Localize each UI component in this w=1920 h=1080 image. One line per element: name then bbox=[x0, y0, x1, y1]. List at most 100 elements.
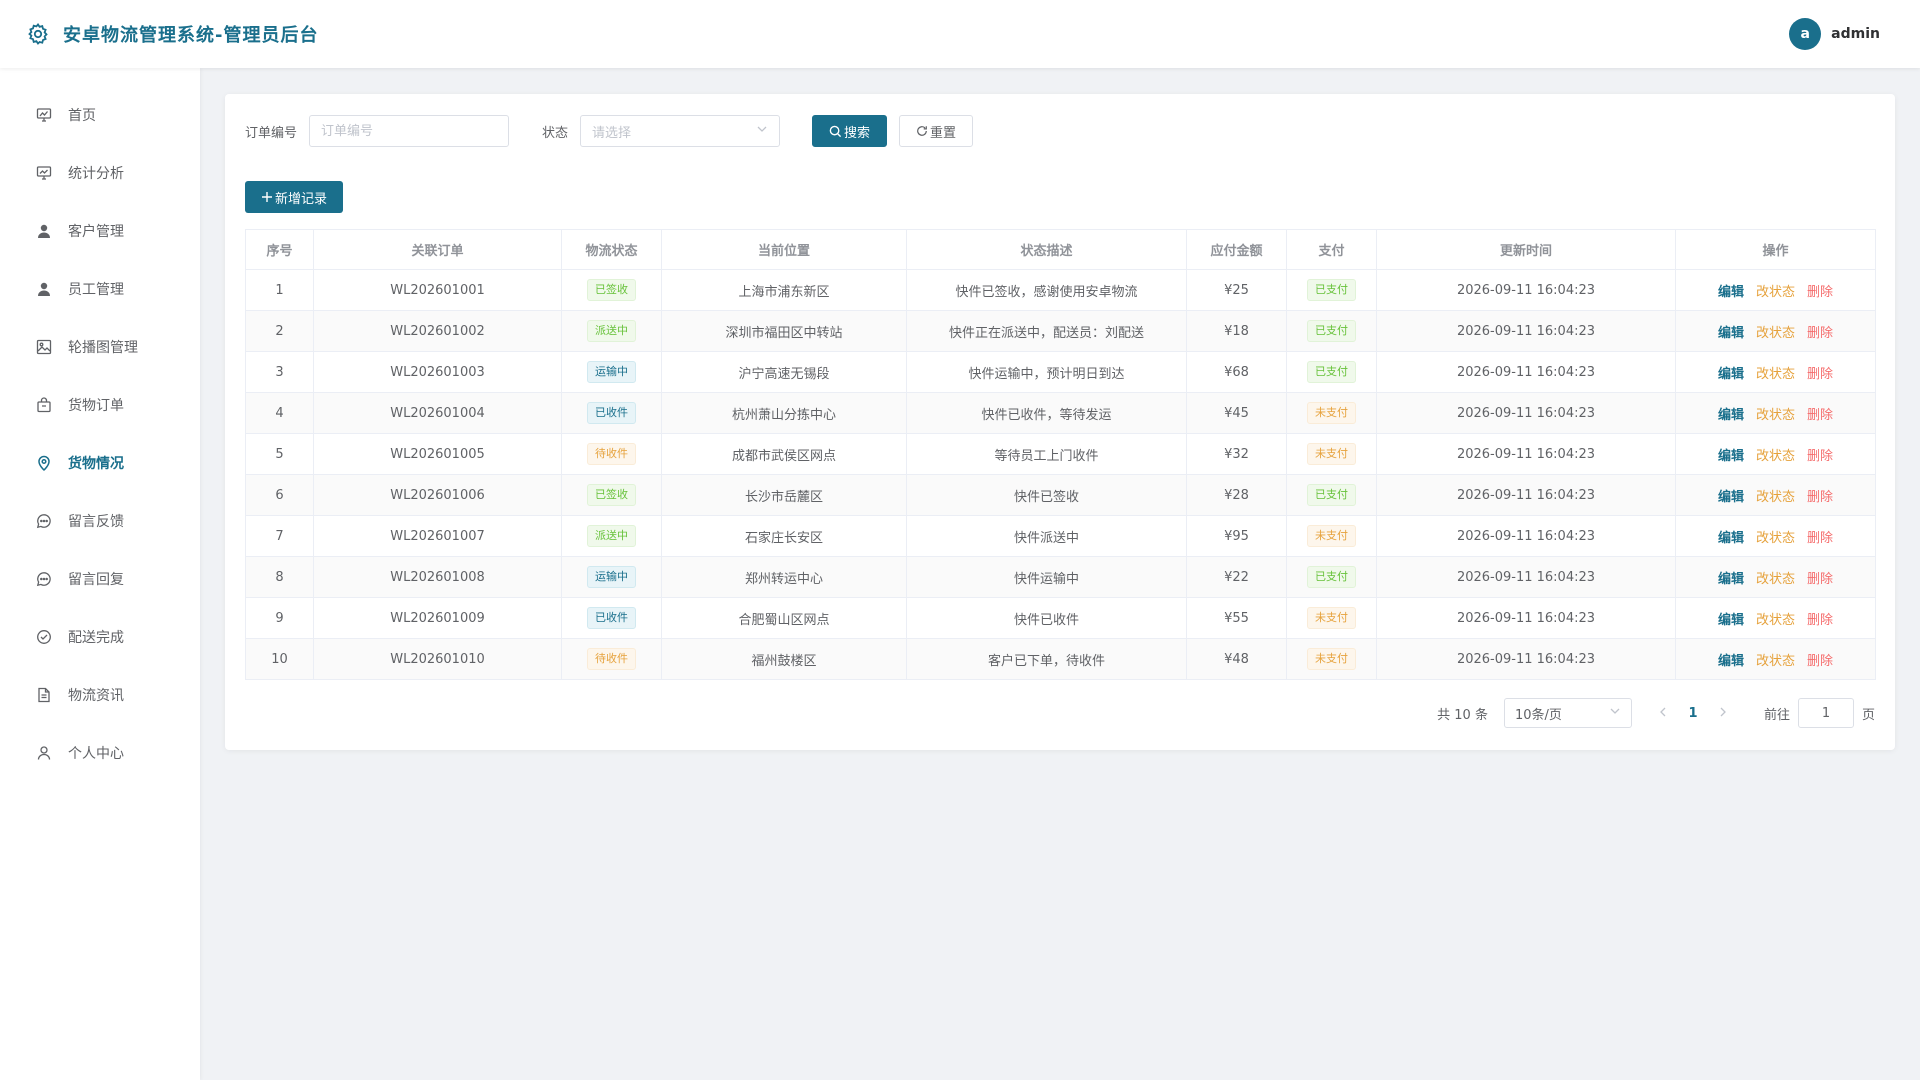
delete-button[interactable]: 删除 bbox=[1807, 367, 1833, 382]
logistics-table: 序号 关联订单 物流状态 当前位置 状态描述 应付金额 支付 更新时间 操作 1 WL202601… bbox=[245, 229, 1876, 680]
logistics-status-badge: 运输中 bbox=[587, 566, 636, 588]
edit-button[interactable]: 编辑 bbox=[1718, 408, 1744, 423]
payment-status-badge: 未支付 bbox=[1307, 607, 1356, 629]
column-header: 关联订单 bbox=[313, 229, 562, 270]
avatar[interactable]: a bbox=[1789, 18, 1822, 50]
edit-button[interactable]: 编辑 bbox=[1718, 367, 1744, 382]
status-select[interactable]: 请选择 bbox=[580, 115, 781, 147]
goto-page-input[interactable] bbox=[1797, 698, 1854, 728]
order-number: WL202601009 bbox=[313, 597, 562, 639]
chevron-down-icon bbox=[756, 123, 768, 139]
amount-due: ¥45 bbox=[1186, 392, 1287, 434]
status-description: 快件已收件，等待发运 bbox=[906, 392, 1187, 434]
logistics-status-cell: 已签收 bbox=[561, 269, 662, 311]
change-status-button[interactable]: 改状态 bbox=[1756, 285, 1795, 300]
payment-status-badge: 未支付 bbox=[1307, 648, 1356, 670]
order-number: WL202601006 bbox=[313, 474, 562, 516]
change-status-button[interactable]: 改状态 bbox=[1756, 408, 1795, 423]
status-description: 快件已收件 bbox=[906, 597, 1187, 639]
column-header: 序号 bbox=[245, 229, 314, 270]
delete-button[interactable]: 删除 bbox=[1807, 531, 1833, 546]
user-menu[interactable]: a admin bbox=[1789, 18, 1880, 50]
logistics-status-cell: 运输中 bbox=[561, 556, 662, 598]
add-record-label: 新增记录 bbox=[275, 191, 328, 207]
edit-button[interactable]: 编辑 bbox=[1718, 572, 1744, 587]
change-status-button[interactable]: 改状态 bbox=[1756, 654, 1795, 669]
sidebar-item-11[interactable]: 物流资讯 bbox=[0, 666, 200, 724]
change-status-button[interactable]: 改状态 bbox=[1756, 613, 1795, 628]
column-header: 当前位置 bbox=[661, 229, 907, 270]
update-time: 2026-09-11 16:04:23 bbox=[1376, 392, 1676, 434]
delete-button[interactable]: 删除 bbox=[1807, 449, 1833, 464]
delete-button[interactable]: 删除 bbox=[1807, 613, 1833, 628]
edit-button[interactable]: 编辑 bbox=[1718, 326, 1744, 341]
sidebar-item-2[interactable]: 统计分析 bbox=[0, 144, 200, 202]
sidebar-item-10[interactable]: 配送完成 bbox=[0, 608, 200, 666]
page-number-1[interactable]: 1 bbox=[1678, 706, 1708, 721]
edit-button[interactable]: 编辑 bbox=[1718, 531, 1744, 546]
sidebar-item-label: 配送完成 bbox=[68, 630, 124, 646]
actions-cell: 编辑 改状态 删除 bbox=[1675, 392, 1876, 434]
change-status-button[interactable]: 改状态 bbox=[1756, 531, 1795, 546]
payment-status-badge: 未支付 bbox=[1307, 402, 1356, 424]
username[interactable]: admin bbox=[1831, 26, 1880, 42]
sidebar-item-6[interactable]: 货物订单 bbox=[0, 376, 200, 434]
change-status-button[interactable]: 改状态 bbox=[1756, 326, 1795, 341]
delete-button[interactable]: 删除 bbox=[1807, 654, 1833, 669]
amount-due: ¥68 bbox=[1186, 351, 1287, 393]
update-time: 2026-09-11 16:04:23 bbox=[1376, 556, 1676, 598]
payment-status-cell: 未支付 bbox=[1286, 597, 1377, 639]
order-number-input[interactable] bbox=[309, 115, 510, 147]
sidebar-item-7[interactable]: 货物情况 bbox=[0, 434, 200, 492]
search-icon bbox=[829, 125, 842, 138]
check-circle-icon bbox=[35, 628, 53, 646]
edit-button[interactable]: 编辑 bbox=[1718, 490, 1744, 505]
sidebar-item-1[interactable]: 首页 bbox=[0, 86, 200, 144]
add-record-button[interactable]: 新增记录 bbox=[245, 181, 344, 213]
reset-button[interactable]: 重置 bbox=[899, 115, 974, 147]
row-index: 6 bbox=[245, 474, 314, 516]
delete-button[interactable]: 删除 bbox=[1807, 408, 1833, 423]
change-status-button[interactable]: 改状态 bbox=[1756, 572, 1795, 587]
edit-button[interactable]: 编辑 bbox=[1718, 654, 1744, 669]
sidebar-item-9[interactable]: 留言回复 bbox=[0, 550, 200, 608]
edit-button[interactable]: 编辑 bbox=[1718, 449, 1744, 464]
next-page-button[interactable] bbox=[1708, 706, 1738, 721]
table-row: 4 WL202601004 已收件 杭州萧山分拣中心 快件已收件，等待发运 ¥45 未支付 2… bbox=[245, 392, 1876, 434]
search-button-label: 搜索 bbox=[844, 125, 871, 141]
page-size-select[interactable]: 10条/页 bbox=[1503, 698, 1632, 728]
delete-button[interactable]: 删除 bbox=[1807, 285, 1833, 300]
current-location: 石家庄长安区 bbox=[661, 515, 907, 557]
edit-button[interactable]: 编辑 bbox=[1718, 613, 1744, 628]
sidebar-item-5[interactable]: 轮播图管理 bbox=[0, 318, 200, 376]
status-description: 快件已签收，感谢使用安卓物流 bbox=[906, 269, 1187, 311]
sidebar-item-4[interactable]: 员工管理 bbox=[0, 260, 200, 318]
delete-button[interactable]: 删除 bbox=[1807, 572, 1833, 587]
row-index: 9 bbox=[245, 597, 314, 639]
column-header: 应付金额 bbox=[1186, 229, 1287, 270]
search-button[interactable]: 搜索 bbox=[812, 115, 888, 147]
table-row: 5 WL202601005 待收件 成都市武侯区网点 等待员工上门收件 ¥32 未支付 202… bbox=[245, 433, 1876, 475]
sidebar-item-12[interactable]: 个人中心 bbox=[0, 724, 200, 782]
change-status-button[interactable]: 改状态 bbox=[1756, 490, 1795, 505]
sidebar-item-8[interactable]: 留言反馈 bbox=[0, 492, 200, 550]
status-description: 客户已下单，待收件 bbox=[906, 638, 1187, 680]
logistics-status-cell: 运输中 bbox=[561, 351, 662, 393]
sidebar-item-3[interactable]: 客户管理 bbox=[0, 202, 200, 260]
change-status-button[interactable]: 改状态 bbox=[1756, 367, 1795, 382]
table-row: 6 WL202601006 已签收 长沙市岳麓区 快件已签收 ¥28 已支付 2026-09-… bbox=[245, 474, 1876, 516]
prev-page-button[interactable] bbox=[1648, 706, 1678, 721]
update-time: 2026-09-11 16:04:23 bbox=[1376, 638, 1676, 680]
update-time: 2026-09-11 16:04:23 bbox=[1376, 310, 1676, 352]
status-description: 快件正在派送中，配送员：刘配送 bbox=[906, 310, 1187, 352]
logistics-status-cell: 待收件 bbox=[561, 433, 662, 475]
change-status-button[interactable]: 改状态 bbox=[1756, 449, 1795, 464]
delete-button[interactable]: 删除 bbox=[1807, 490, 1833, 505]
delete-button[interactable]: 删除 bbox=[1807, 326, 1833, 341]
order-number: WL202601010 bbox=[313, 638, 562, 680]
logistics-status-cell: 待收件 bbox=[561, 638, 662, 680]
current-location: 合肥蜀山区网点 bbox=[661, 597, 907, 639]
logistics-status-badge: 待收件 bbox=[587, 443, 636, 465]
table-row: 7 WL202601007 派送中 石家庄长安区 快件派送中 ¥95 未支付 2026-09-… bbox=[245, 515, 1876, 557]
edit-button[interactable]: 编辑 bbox=[1718, 285, 1744, 300]
